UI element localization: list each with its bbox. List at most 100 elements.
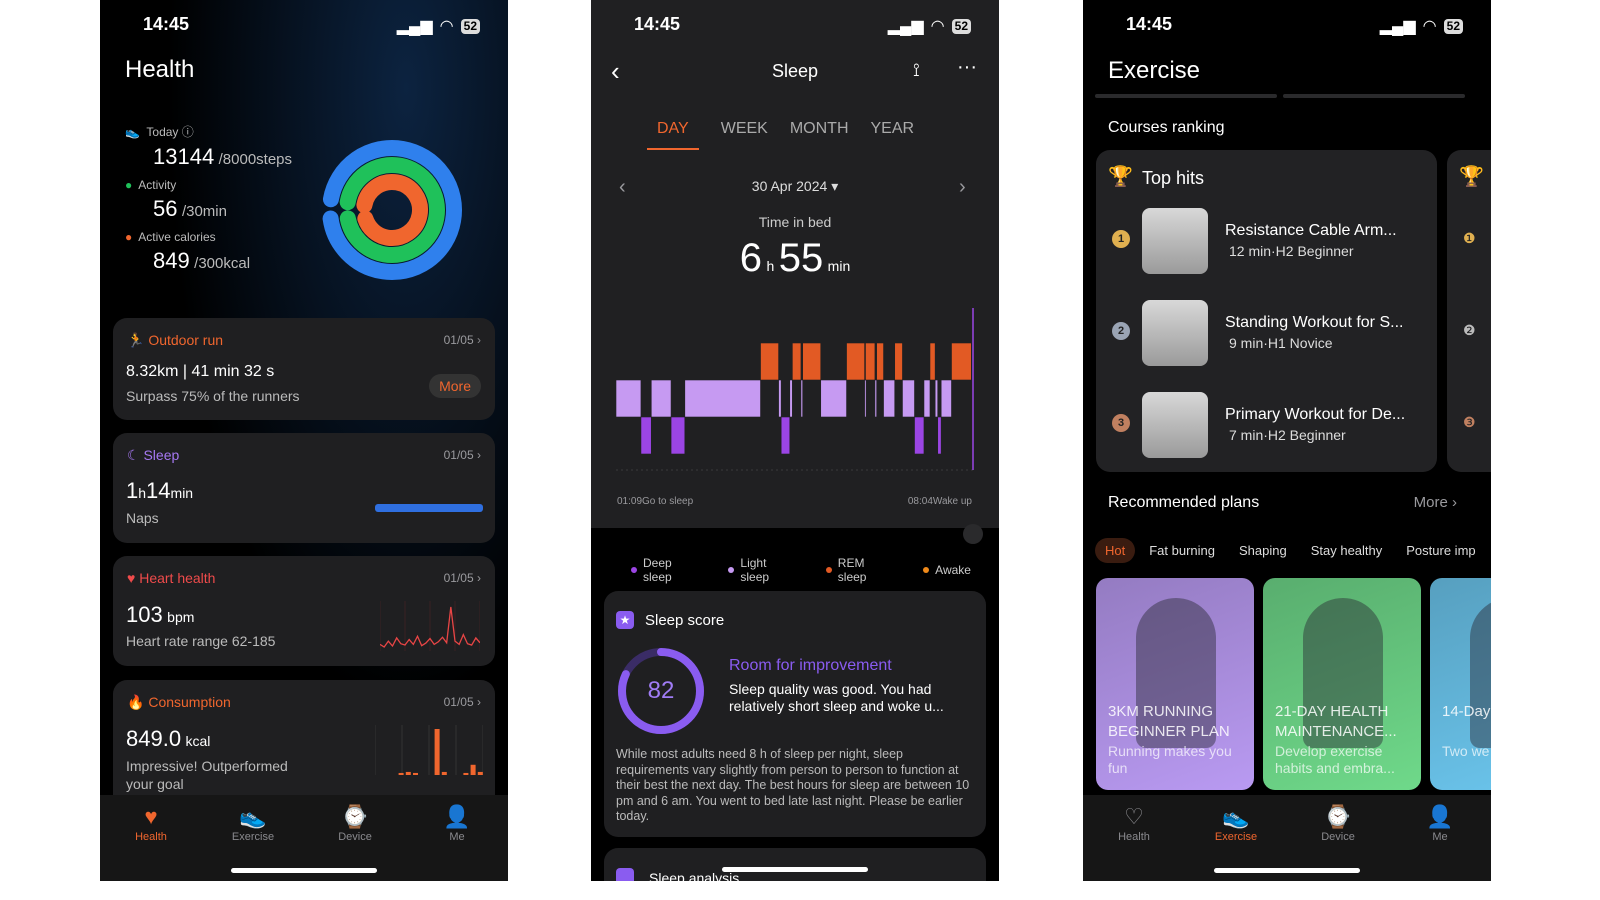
battery-icon: 52 bbox=[1443, 18, 1463, 34]
tab-label: Me bbox=[1432, 831, 1448, 843]
rank-badge: ❶ bbox=[1463, 230, 1476, 246]
person-icon: 👤 bbox=[1426, 804, 1454, 829]
tab-health[interactable]: ♡ Health bbox=[1083, 795, 1185, 881]
run-sub: Surpass 75% of the runners bbox=[126, 388, 300, 404]
course-name: Standing Workout for S... bbox=[1225, 314, 1404, 331]
scroll-card-edge bbox=[1283, 94, 1465, 98]
legend-dot bbox=[825, 567, 832, 573]
flame-icon: ● bbox=[125, 230, 133, 244]
course-item[interactable]: 2 Standing Workout for S... 9 min·H1 Nov… bbox=[1096, 300, 1437, 370]
course-thumbnail bbox=[1142, 392, 1208, 458]
plan-card[interactable]: 21-DAY HEALTH MAINTENANCE... Develop exe… bbox=[1263, 578, 1421, 790]
consumption-bar bbox=[477, 771, 483, 775]
tab-year[interactable]: YEAR bbox=[871, 120, 915, 150]
course-meta: 7 min·H2 Beginner bbox=[1229, 427, 1346, 443]
heart-card[interactable]: ♥ Heart health 01/05 › 103 bpm Heart rat… bbox=[113, 556, 495, 666]
score-summary: Sleep quality was good. You had relative… bbox=[729, 681, 944, 714]
consumption-bar bbox=[463, 772, 469, 775]
steps-icon: 👟 bbox=[125, 125, 140, 139]
run-title: Outdoor run bbox=[148, 332, 224, 348]
sleep-analysis-card[interactable]: Sleep analysis bbox=[604, 848, 986, 881]
tab-label: Me bbox=[449, 831, 465, 843]
steps-label: Today bbox=[146, 125, 179, 139]
next-ranking-card[interactable]: 🏆 ❶ ❷ ❸ bbox=[1447, 150, 1491, 472]
run-icon: 🏃 bbox=[127, 332, 145, 348]
activity-rings[interactable] bbox=[320, 138, 464, 282]
more-button[interactable]: More bbox=[429, 374, 481, 398]
chip-fat-burning[interactable]: Fat burning bbox=[1139, 538, 1225, 563]
plan-card[interactable]: 14-Day Postu Two we witness bbox=[1430, 578, 1491, 790]
chip-stay-healthy[interactable]: Stay healthy bbox=[1301, 538, 1393, 563]
flame-icon: 🔥 bbox=[127, 694, 145, 710]
ranking-title: Courses ranking bbox=[1108, 119, 1225, 136]
legend-label: Light sleep bbox=[740, 556, 770, 584]
min-unit: min bbox=[827, 258, 851, 274]
calories-ring bbox=[356, 174, 428, 246]
next-date-button[interactable]: › bbox=[959, 176, 966, 199]
signal-icon: ▂▄▆ bbox=[887, 18, 924, 35]
time-in-bed-label: Time in bed bbox=[758, 214, 832, 230]
tab-day[interactable]: DAY bbox=[647, 120, 699, 150]
min-unit: min bbox=[170, 485, 194, 501]
collapse-handle[interactable] bbox=[963, 524, 983, 544]
plan-card[interactable]: 3KM RUNNING BEGINNER PLAN Running makes … bbox=[1096, 578, 1254, 790]
wake-up-label: 08:04Wake up bbox=[907, 496, 972, 507]
status-time: 14:45 bbox=[1126, 14, 1173, 34]
page-title: Sleep bbox=[771, 61, 819, 81]
sleep-segment-rem-sleep bbox=[865, 342, 876, 381]
heart-icon: ♡ bbox=[1124, 804, 1144, 829]
top-hits-card[interactable]: 🏆 Top hits 1 Resistance Cable Arm... 12 … bbox=[1096, 150, 1437, 472]
activity-goal: /30min bbox=[181, 203, 227, 220]
sleep-stage-chart[interactable] bbox=[591, 300, 999, 475]
plans-more-link[interactable]: More › bbox=[1414, 494, 1457, 511]
tab-week[interactable]: WEEK bbox=[721, 120, 768, 150]
top-hits-title: Top hits bbox=[1142, 168, 1205, 188]
home-indicator bbox=[231, 868, 377, 873]
outdoor-run-card[interactable]: 🏃 Outdoor run 01/05 › 8.32km | 41 min 32… bbox=[113, 318, 495, 420]
chip-shaping[interactable]: Shaping bbox=[1229, 538, 1297, 563]
course-meta: 9 min·H1 Novice bbox=[1229, 335, 1333, 351]
tab-label: Health bbox=[1118, 831, 1150, 843]
sleep-card[interactable]: ☾ Sleep 01/05 › 1h14min Naps bbox=[113, 433, 495, 543]
course-item[interactable]: 1 Resistance Cable Arm... 12 min·H2 Begi… bbox=[1096, 208, 1437, 278]
share-icon[interactable]: ⟟ bbox=[913, 60, 920, 81]
consumption-card[interactable]: 🔥 Consumption 01/05 › 849.0 kcal Impress… bbox=[113, 680, 495, 810]
tab-health[interactable]: ♥ Health bbox=[100, 795, 202, 881]
info-icon[interactable]: ⓘ bbox=[182, 125, 194, 139]
sleep-segment-deep-sleep bbox=[780, 416, 791, 455]
plan-category-chips: Hot Fat burning Shaping Stay healthy Posture… bbox=[1095, 538, 1486, 563]
heart-sub: Heart rate range 62-185 bbox=[126, 633, 276, 649]
rank-badge: 3 bbox=[1112, 414, 1130, 432]
plan-title: 21-DAY HEALTH MAINTENANCE... bbox=[1275, 703, 1397, 740]
more-options-icon[interactable]: ··· bbox=[957, 56, 977, 79]
date-picker[interactable]: 30 Apr 2024 ▾ bbox=[591, 178, 999, 195]
sleep-segment-rem-sleep bbox=[894, 342, 903, 381]
tab-month[interactable]: MONTH bbox=[790, 120, 849, 150]
exercise-screen: 14:45 ▂▄▆ ◠ 52 Exercise Courses ranking 🏆 … bbox=[1083, 0, 1491, 881]
tab-me[interactable]: 👤 Me bbox=[406, 795, 508, 881]
chip-hot[interactable]: Hot bbox=[1095, 538, 1136, 563]
sleep-segment-light-sleep bbox=[864, 379, 867, 418]
sleep-segment-deep-sleep bbox=[640, 416, 652, 455]
legend-item: Light sleep bbox=[728, 556, 780, 584]
course-meta: 12 min·H2 Beginner bbox=[1229, 243, 1354, 259]
consumption-bar bbox=[434, 729, 440, 775]
heart-rate-sparkline bbox=[380, 601, 480, 651]
sleep-segment-light-sleep bbox=[800, 379, 803, 418]
wifi-icon: ◠ bbox=[439, 18, 454, 35]
sleep-segment-deep-sleep bbox=[670, 416, 686, 455]
sleep-hours: 1 bbox=[126, 478, 139, 503]
h-unit: h bbox=[766, 258, 775, 274]
sleep-segment-deep-sleep bbox=[937, 416, 942, 455]
sleep-score-card[interactable]: ★ Sleep score 82 Room for improvement Sl… bbox=[604, 591, 986, 837]
tab-me[interactable]: 👤 Me bbox=[1389, 795, 1491, 881]
chip-posture-imp[interactable]: Posture imp bbox=[1396, 538, 1485, 563]
consumption-bar bbox=[413, 772, 418, 775]
activity-value: 56 bbox=[153, 196, 178, 221]
heart-value: 103 bbox=[126, 602, 163, 627]
course-item[interactable]: 3 Primary Workout for De... 7 min·H2 Beg… bbox=[1096, 392, 1437, 462]
legend-label: Awake bbox=[935, 563, 971, 577]
chevron-right-icon: › bbox=[477, 571, 481, 585]
home-indicator bbox=[1214, 868, 1360, 873]
activity-summary[interactable]: 👟 Today ⓘ 13144 /8000steps ● Activity 56… bbox=[125, 123, 325, 274]
